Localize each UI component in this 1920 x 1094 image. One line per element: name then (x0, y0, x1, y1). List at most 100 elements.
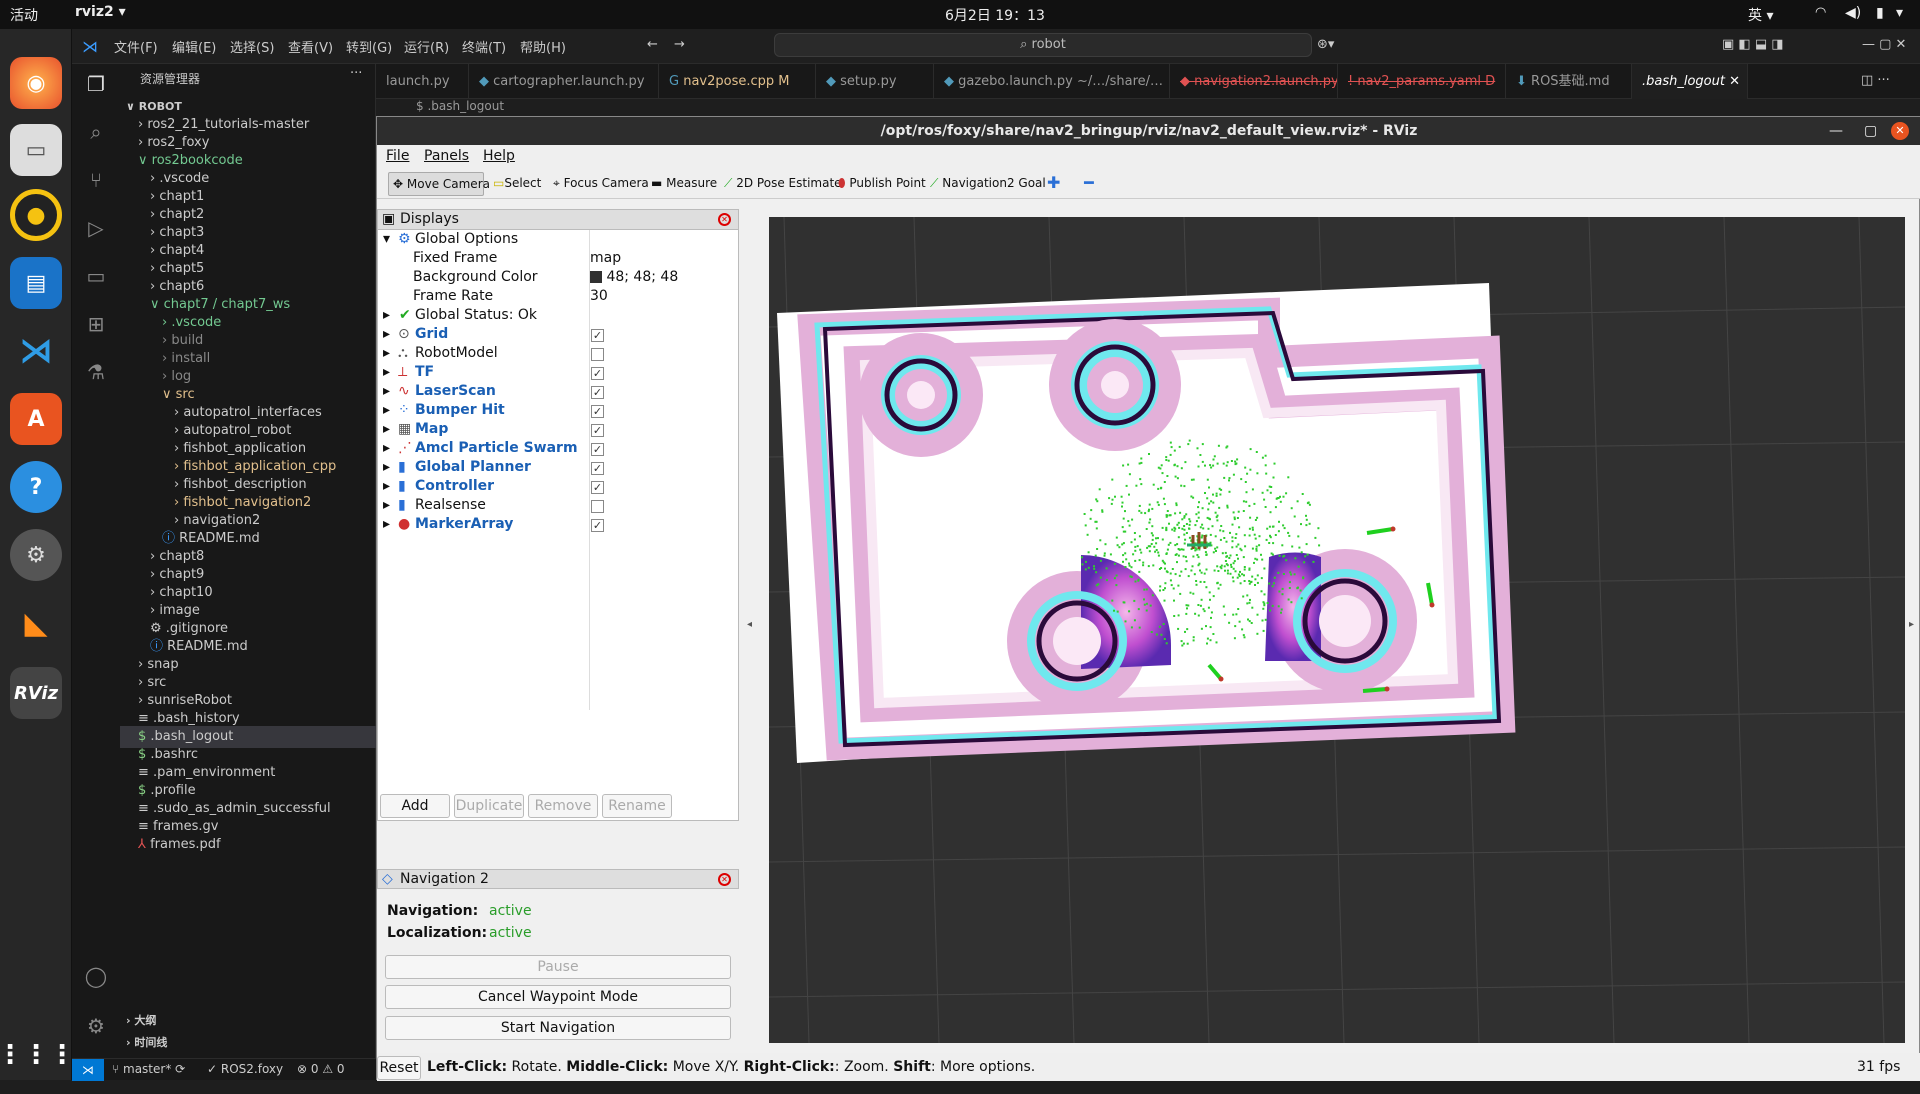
pause-button[interactable]: Pause (385, 955, 731, 979)
layout-icons[interactable]: ▣ ◧ ⬓ ◨ (1722, 37, 1784, 52)
display-item[interactable]: ▸ ▮ Realsense (378, 497, 738, 516)
display-item[interactable]: ▸ ∿ LaserScan ✓ (378, 383, 738, 402)
rviz-icon[interactable]: RViz (10, 667, 62, 719)
menu-panels[interactable]: Panels (424, 148, 469, 164)
tab-launch-py[interactable]: launch.py (376, 64, 469, 99)
expand-arrow-icon[interactable]: ▸ (383, 516, 390, 532)
display-item[interactable]: ▸ ⁘ Bumper Hit ✓ (378, 402, 738, 421)
maximize-button[interactable]: ▢ (1864, 117, 1877, 145)
input-method[interactable]: 英 ▾ (1748, 5, 1773, 25)
system-menu-icon[interactable]: ▾ (1896, 5, 1903, 21)
display-item[interactable]: ▸ ▮ Controller ✓ (378, 478, 738, 497)
tool-navigation2-goal[interactable]: ⟋ Navigation2 Goal (926, 172, 1050, 196)
reset-button[interactable]: Reset (377, 1056, 421, 1080)
writer-icon[interactable]: ▤ (10, 257, 62, 309)
display-enable-checkbox[interactable]: ✓ (591, 405, 604, 418)
frame-rate-value[interactable]: 30 (590, 288, 608, 304)
display-enable-checkbox[interactable]: ✓ (591, 386, 604, 399)
breadcrumb[interactable]: $ .bash_logout (416, 99, 504, 113)
extensions-icon[interactable]: ⊞ (82, 312, 110, 340)
outline-section[interactable]: › 大纲 (126, 1012, 156, 1028)
display-item[interactable]: ▸ ● MarkerArray ✓ (378, 516, 738, 535)
help-icon[interactable]: ? (10, 461, 62, 513)
rhythmbox-icon[interactable]: ● (10, 189, 62, 241)
back-arrow-icon[interactable]: ← (647, 37, 658, 52)
volume-icon[interactable]: ◀) (1845, 5, 1861, 21)
add-button[interactable]: Add (380, 794, 450, 818)
git-branch[interactable]: ⑂ master* ⟳ (112, 1062, 185, 1076)
display-enable-checkbox[interactable]: ✓ (591, 462, 604, 475)
expand-arrow-icon[interactable]: ▸ (383, 497, 390, 513)
cancel-waypoint-mode-button[interactable]: Cancel Waypoint Mode (385, 985, 731, 1009)
manage-gear-icon[interactable]: ⚙ (82, 1014, 110, 1042)
search-icon[interactable]: ⌕ (82, 120, 110, 148)
app-grid-icon[interactable]: ⋮⋮⋮ (0, 1029, 75, 1081)
expand-arrow-icon[interactable]: ▸ (383, 383, 390, 399)
display-item[interactable]: ▸ ⊙ Grid ✓ (378, 326, 738, 345)
sublime-icon[interactable]: ◣ (10, 597, 62, 649)
menu-help[interactable]: 帮助(H) (520, 37, 566, 56)
remote-explorer-icon[interactable]: ▭ (82, 264, 110, 292)
tool-move-camera[interactable]: ✥ Move Camera (388, 172, 490, 196)
tool-publish-point[interactable]: ⬮ Publish Point (834, 172, 930, 196)
expand-arrow-icon[interactable]: ▸ (383, 421, 390, 437)
software-icon[interactable]: A (10, 393, 62, 445)
testing-icon[interactable]: ⚗ (82, 360, 110, 388)
global-options-row[interactable]: ▾ ⚙ Global Options (378, 231, 738, 250)
expand-arrow-icon[interactable]: ▸ (383, 345, 390, 361)
display-item[interactable]: ▸ ▮ Global Planner ✓ (378, 459, 738, 478)
display-enable-checkbox[interactable] (591, 500, 604, 513)
display-enable-checkbox[interactable]: ✓ (591, 519, 604, 532)
tool-focus-camera[interactable]: ⌖ Focus Camera (549, 172, 653, 196)
remove-tool-icon[interactable]: ━ (1080, 172, 1098, 196)
firefox-icon[interactable]: ◉ (10, 57, 62, 109)
menu-view[interactable]: 查看(V) (288, 37, 333, 56)
close-button[interactable]: ✕ (1891, 122, 1909, 140)
display-item[interactable]: ▸ ▦ Map ✓ (378, 421, 738, 440)
collapse-left-icon[interactable]: ◂ (747, 619, 752, 630)
collapse-right-icon[interactable]: ▸ (1909, 619, 1914, 630)
expand-arrow-icon[interactable]: ▸ (383, 478, 390, 494)
menu-selection[interactable]: 选择(S) (230, 37, 274, 56)
background-color-row[interactable]: Background Color 48; 48; 48 (378, 269, 738, 288)
display-item[interactable]: ▸ ⛬ RobotModel (378, 345, 738, 364)
global-status-row[interactable]: ▸ ✔ Global Status: Ok (378, 307, 738, 326)
battery-icon[interactable]: ▮ (1876, 5, 1884, 21)
tab-navigation2-launch[interactable]: ◆ navigation2.launch.py D (1170, 64, 1338, 99)
tab-ros-basics[interactable]: ⬇ ROS基础.md (1506, 64, 1632, 99)
tool-select[interactable]: ▭Select (489, 172, 545, 196)
source-control-icon[interactable]: ⑂ (82, 168, 110, 196)
menu-file[interactable]: 文件(F) (114, 37, 158, 56)
clock[interactable]: 6月2日 19：13 (945, 5, 1045, 25)
expand-arrow-icon[interactable]: ▸ (383, 364, 390, 380)
settings-icon[interactable]: ⚙ (10, 529, 62, 581)
account-icon[interactable]: ◯ (82, 964, 110, 992)
files-icon[interactable]: ▭ (10, 124, 62, 176)
timeline-section[interactable]: › 时间线 (126, 1034, 167, 1050)
vscode-icon[interactable]: ⋊ (10, 325, 62, 377)
forward-arrow-icon[interactable]: → (674, 37, 685, 52)
tab-gazebo-launch[interactable]: ◆ gazebo.launch.py ~/…/share/… (934, 64, 1170, 99)
fixed-frame-value[interactable]: map (590, 250, 621, 266)
menu-terminal[interactable]: 终端(T) (462, 37, 506, 56)
expand-arrow-icon[interactable]: ▸ (383, 459, 390, 475)
workspace-root[interactable]: ∨ ROBOT (126, 100, 182, 113)
explorer-icon[interactable]: ❐ (82, 72, 110, 100)
display-enable-checkbox[interactable]: ✓ (591, 367, 604, 380)
tab-bash-logout[interactable]: .bash_logout ✕ (1632, 64, 1748, 99)
display-item[interactable]: ▸ ⟂ TF ✓ (378, 364, 738, 383)
duplicate-button[interactable]: Duplicate (454, 794, 524, 818)
expand-arrow-icon[interactable]: ▸ (383, 307, 390, 323)
display-enable-checkbox[interactable] (591, 348, 604, 361)
close-panel-icon[interactable]: ✕ (718, 873, 731, 886)
expand-arrow-icon[interactable]: ▸ (383, 402, 390, 418)
tab-nav2pose[interactable]: G nav2pose.cpp M (659, 64, 816, 99)
remote-indicator-icon[interactable]: ⋊ (72, 1059, 104, 1081)
display-enable-checkbox[interactable]: ✓ (591, 424, 604, 437)
minimize-button[interactable]: — (1829, 117, 1843, 145)
display-enable-checkbox[interactable]: ✓ (591, 443, 604, 456)
app-menu[interactable]: rviz2 ▾ (75, 4, 126, 20)
remove-button[interactable]: Remove (528, 794, 598, 818)
copilot-icon[interactable]: ⊛▾ (1317, 37, 1334, 52)
run-debug-icon[interactable]: ▷ (82, 216, 110, 244)
